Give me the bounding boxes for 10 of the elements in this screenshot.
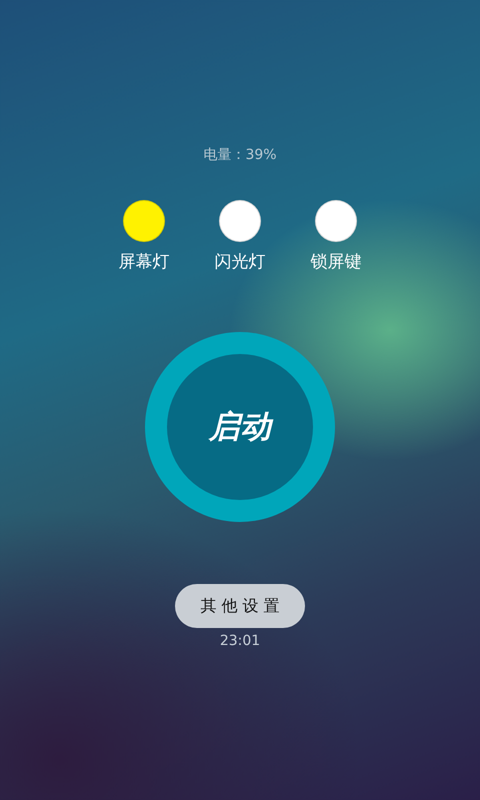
- toggle-label: 锁屏键: [310, 252, 362, 272]
- time-text: 23:01: [220, 632, 260, 650]
- toggle-button[interactable]: [219, 200, 261, 242]
- toggle-button[interactable]: [315, 200, 357, 242]
- start-button[interactable]: 启动: [145, 332, 335, 522]
- toggle-label: 屏幕灯: [118, 252, 170, 272]
- settings-button[interactable]: 其 他 设 置: [175, 584, 305, 628]
- toggle-label: 闪光灯: [214, 252, 266, 272]
- battery-level-text: 电量：39%: [203, 146, 277, 165]
- toggle-button[interactable]: [123, 200, 165, 242]
